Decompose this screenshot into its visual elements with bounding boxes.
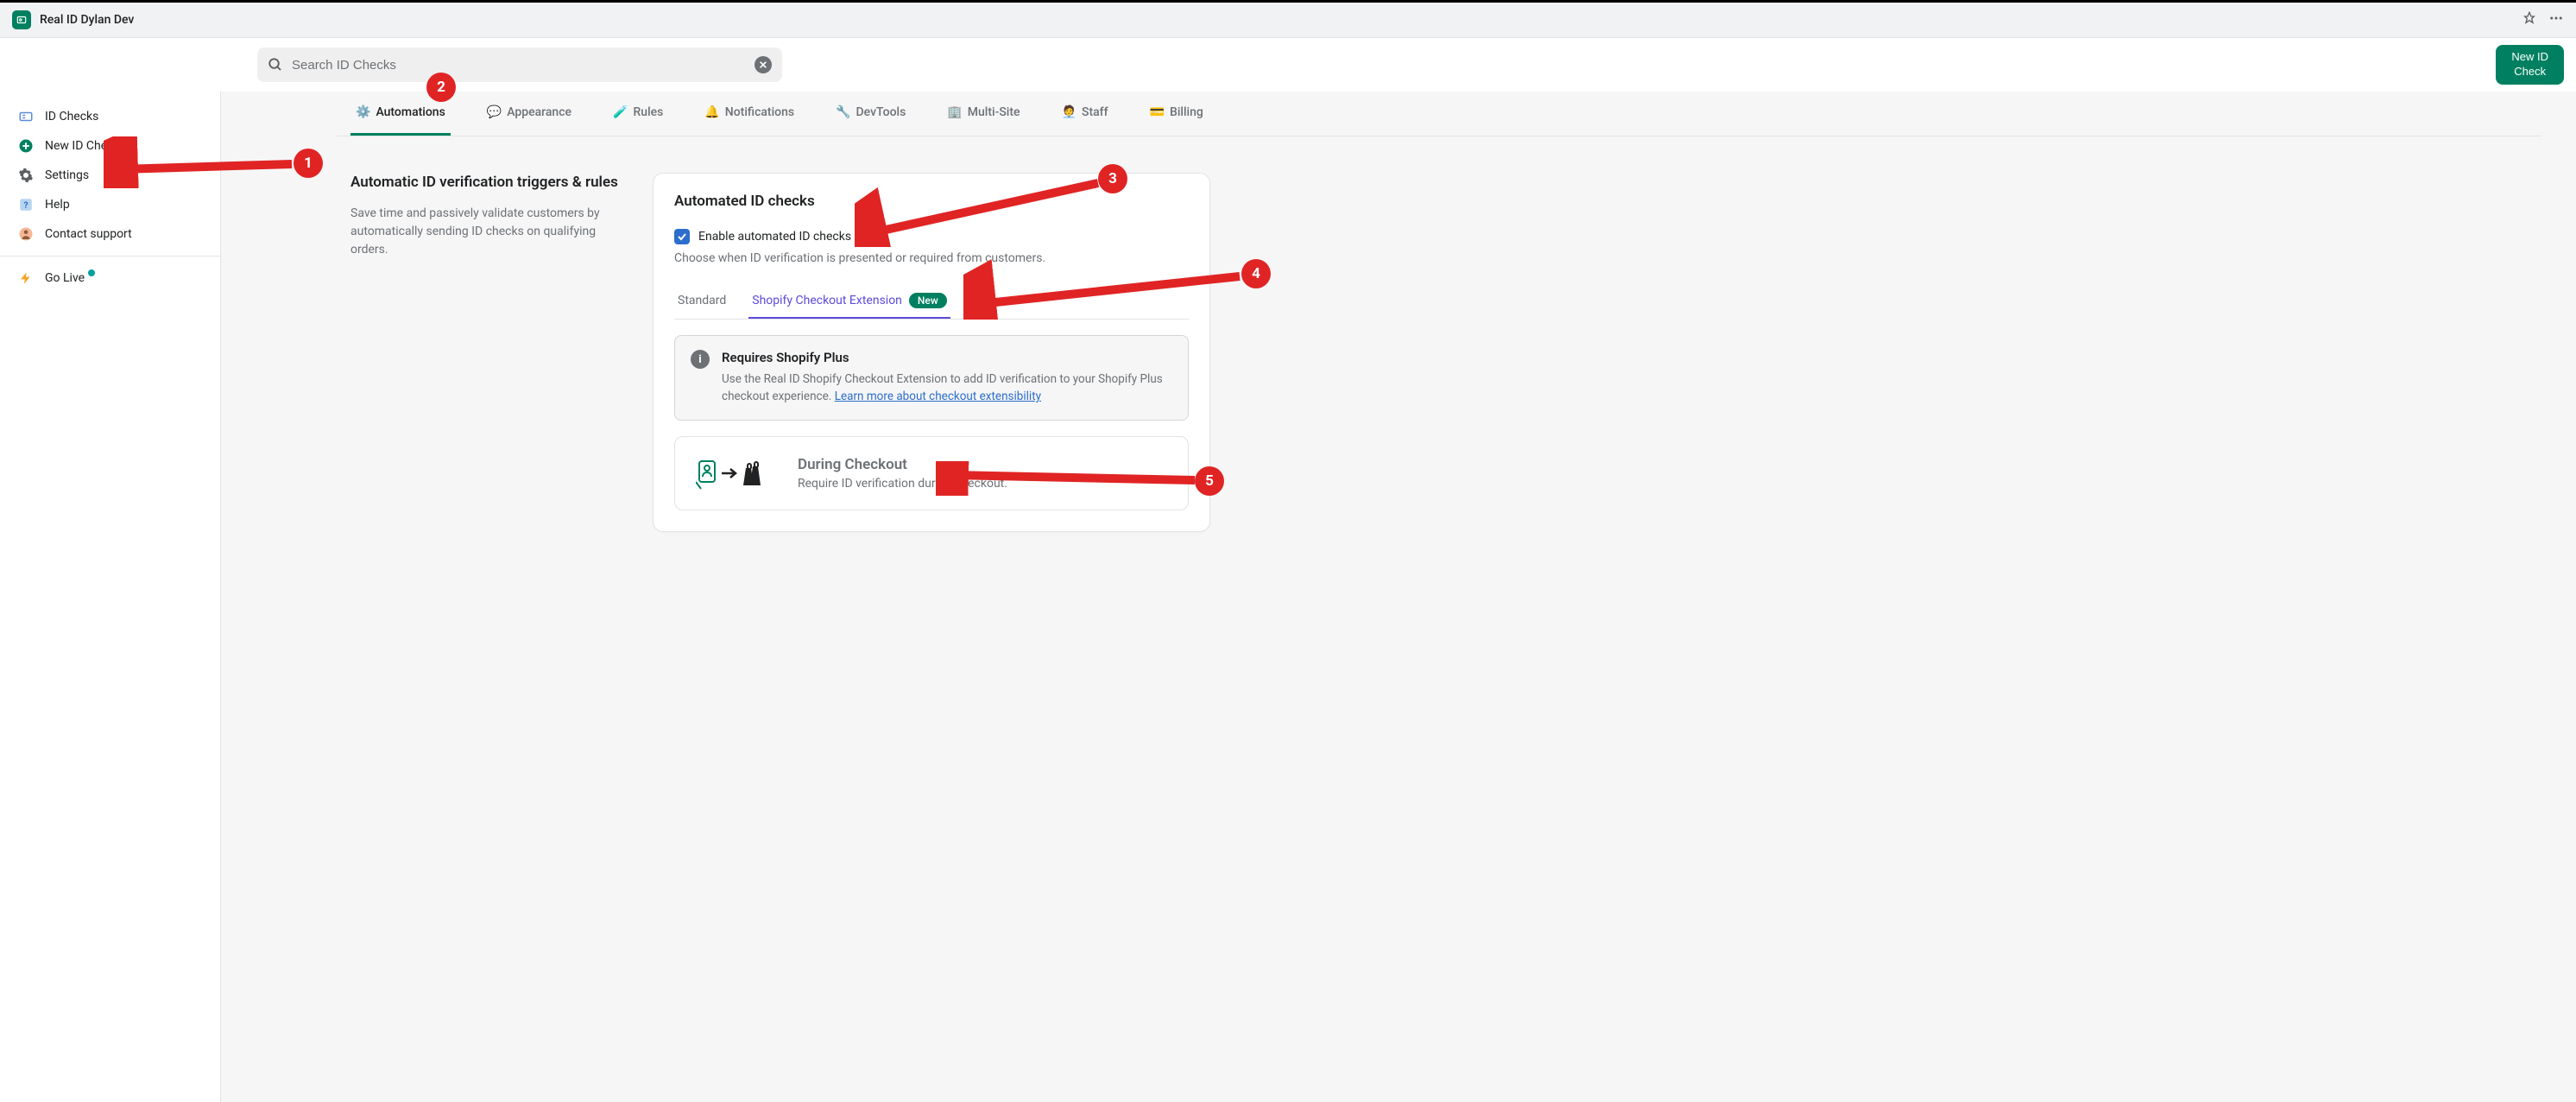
sidebar-item-settings[interactable]: Settings bbox=[0, 161, 220, 190]
sidebar-item-label: New ID Check bbox=[45, 139, 120, 153]
sidebar-item-help[interactable]: ? Help bbox=[0, 190, 220, 219]
toolbar: New ID Check bbox=[0, 38, 2576, 92]
sidebar: ID Checks New ID Check Settings ? Help C… bbox=[0, 92, 221, 1102]
sidebar-item-new-id-check[interactable]: New ID Check bbox=[0, 131, 220, 161]
status-dot-icon bbox=[88, 269, 95, 276]
building-icon: 🏢 bbox=[947, 105, 962, 119]
option-during-checkout[interactable]: During Checkout Require ID verification … bbox=[674, 436, 1189, 510]
sidebar-item-label: Help bbox=[45, 198, 70, 212]
pin-icon[interactable] bbox=[2522, 11, 2536, 28]
svg-text:?: ? bbox=[23, 200, 28, 211]
new-id-check-button[interactable]: New ID Check bbox=[2496, 45, 2564, 85]
plus-circle-icon bbox=[17, 137, 35, 155]
page-intro: Automatic ID verification triggers & rul… bbox=[350, 173, 618, 532]
bell-icon: 🔔 bbox=[704, 105, 719, 119]
info-body: Use the Real ID Shopify Checkout Extensi… bbox=[722, 370, 1172, 406]
tab-notifications[interactable]: 🔔Notifications bbox=[699, 92, 799, 136]
automated-id-checks-card: Automated ID checks Enable automated ID … bbox=[653, 173, 1210, 532]
gear-icon bbox=[17, 167, 35, 184]
lightning-icon bbox=[17, 269, 35, 287]
checkbox-description: Choose when ID verification is presented… bbox=[674, 251, 1189, 265]
app-topbar: Real ID Dylan Dev bbox=[0, 0, 2576, 38]
card-heading: Automated ID checks bbox=[674, 193, 1189, 210]
tab-automations[interactable]: ⚙️Automations bbox=[350, 92, 451, 136]
sidebar-item-label: Contact support bbox=[45, 227, 132, 241]
tools-icon: 🔧 bbox=[836, 105, 850, 119]
more-icon[interactable] bbox=[2548, 10, 2564, 29]
main-content: ⚙️Automations 💬Appearance 🧪Rules 🔔Notifi… bbox=[221, 92, 2576, 1102]
new-badge: New bbox=[909, 293, 947, 308]
app-title: Real ID Dylan Dev bbox=[40, 13, 134, 27]
option-body: Require ID verification during checkout. bbox=[798, 477, 1007, 491]
id-checks-icon bbox=[17, 108, 35, 125]
info-heading: Requires Shopify Plus bbox=[722, 350, 1172, 365]
staff-icon: 🧑‍💼 bbox=[1062, 105, 1076, 119]
tab-appearance[interactable]: 💬Appearance bbox=[482, 92, 577, 136]
filter-icon: 🧪 bbox=[613, 105, 628, 119]
tab-multi-site[interactable]: 🏢Multi-Site bbox=[942, 92, 1025, 136]
question-icon: ? bbox=[17, 196, 35, 213]
tab-staff[interactable]: 🧑‍💼Staff bbox=[1057, 92, 1114, 136]
tab-devtools[interactable]: 🔧DevTools bbox=[830, 92, 911, 136]
subtab-shopify-checkout[interactable]: Shopify Checkout Extension New bbox=[748, 284, 950, 319]
enable-automated-checkbox[interactable] bbox=[674, 229, 690, 244]
chat-icon: 💬 bbox=[487, 105, 502, 119]
settings-tabs: ⚙️Automations 💬Appearance 🧪Rules 🔔Notifi… bbox=[337, 92, 2541, 136]
search-field[interactable] bbox=[257, 48, 782, 82]
search-input[interactable] bbox=[292, 58, 754, 73]
checkbox-label: Enable automated ID checks bbox=[698, 230, 851, 244]
info-icon: i bbox=[691, 350, 710, 369]
tab-billing[interactable]: 💳Billing bbox=[1145, 92, 1209, 136]
subtab-standard[interactable]: Standard bbox=[674, 284, 729, 319]
gear-icon: ⚙️ bbox=[356, 105, 370, 119]
info-requires-shopify-plus: i Requires Shopify Plus Use the Real ID … bbox=[674, 335, 1189, 421]
learn-more-link[interactable]: Learn more about checkout extensibility bbox=[835, 390, 1041, 403]
person-icon bbox=[17, 225, 35, 243]
billing-icon: 💳 bbox=[1150, 105, 1165, 119]
intro-body: Save time and passively validate custome… bbox=[350, 205, 618, 259]
search-icon bbox=[268, 57, 283, 73]
sidebar-item-contact-support[interactable]: Contact support bbox=[0, 219, 220, 249]
checkout-glyph-icon bbox=[696, 454, 773, 492]
option-heading: During Checkout bbox=[798, 456, 1007, 473]
intro-heading: Automatic ID verification triggers & rul… bbox=[350, 173, 618, 193]
sidebar-item-id-checks[interactable]: ID Checks bbox=[0, 102, 220, 131]
sidebar-item-go-live[interactable]: Go Live bbox=[0, 263, 220, 293]
clear-search-icon[interactable] bbox=[754, 56, 772, 73]
sidebar-item-label: Settings bbox=[45, 168, 89, 182]
app-logo-icon bbox=[12, 10, 31, 29]
tab-rules[interactable]: 🧪Rules bbox=[608, 92, 668, 136]
sidebar-item-label: Go Live bbox=[45, 271, 85, 285]
checkout-subtabs: Standard Shopify Checkout Extension New bbox=[674, 284, 1189, 320]
sidebar-item-label: ID Checks bbox=[45, 110, 98, 124]
